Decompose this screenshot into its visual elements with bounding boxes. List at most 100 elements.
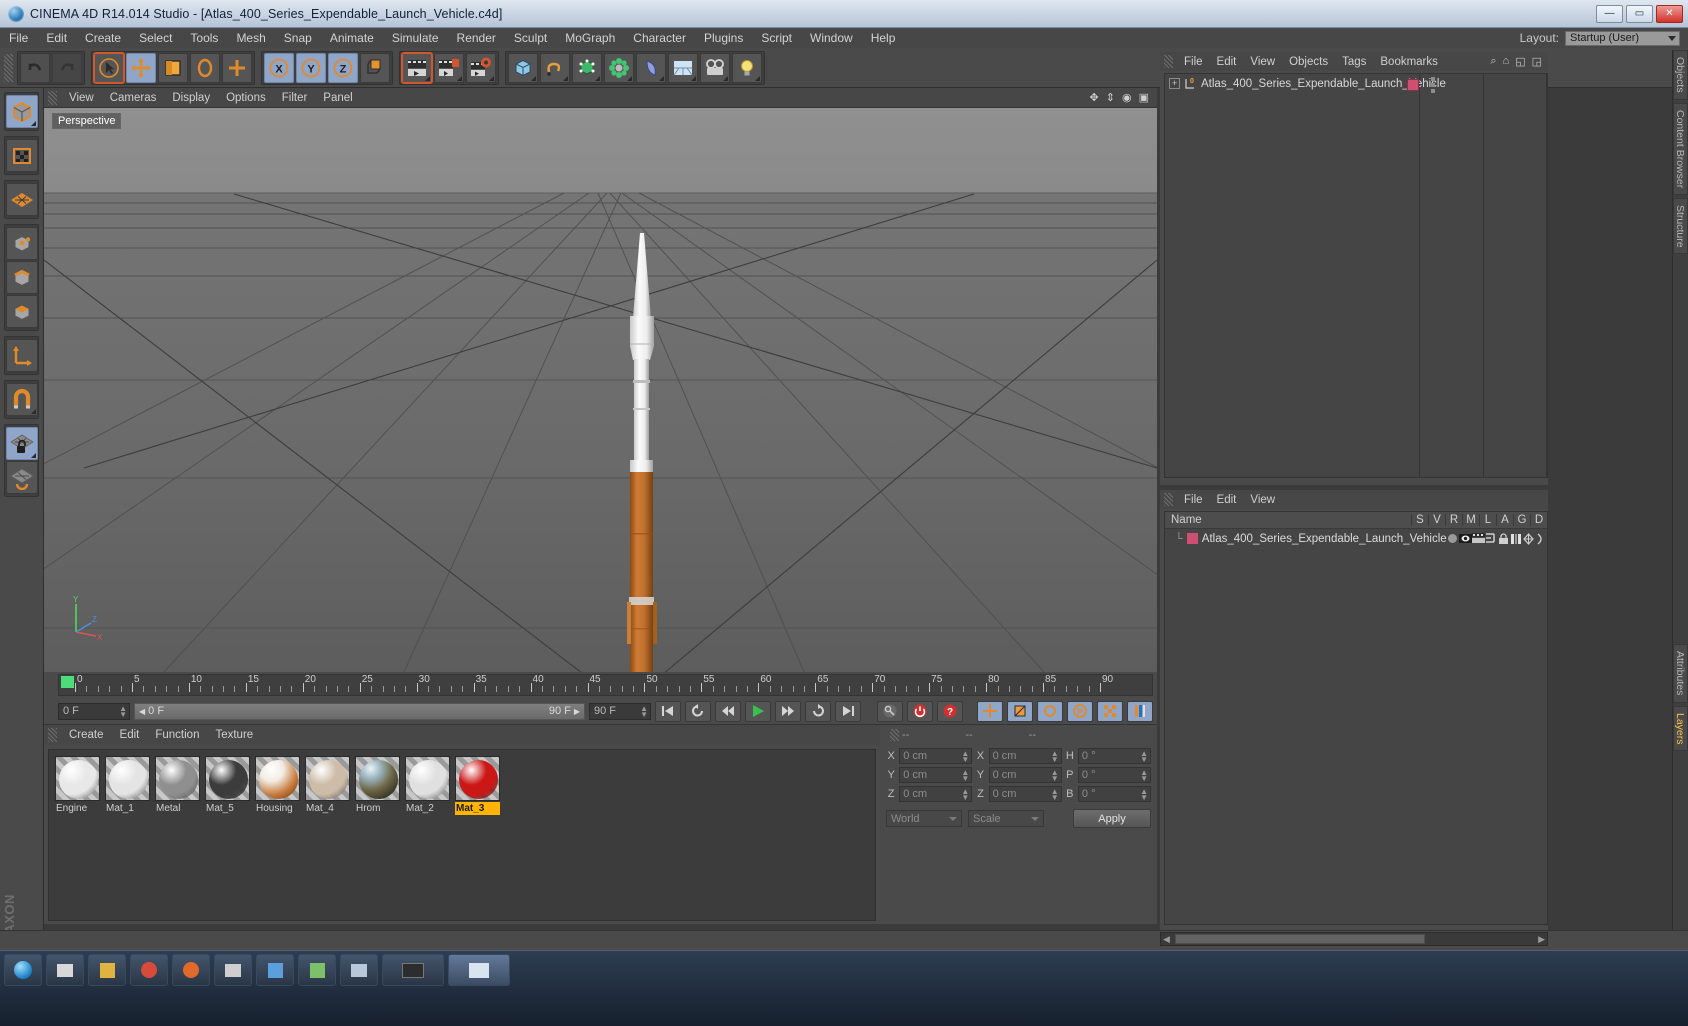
add-spline-button[interactable] bbox=[540, 52, 570, 83]
menu-simulate[interactable]: Simulate bbox=[383, 29, 448, 47]
layer-list[interactable]: Name S V R M L A G D └ Atlas_400_Series_… bbox=[1164, 511, 1548, 925]
add-light-button[interactable] bbox=[732, 52, 762, 83]
autokeying-button[interactable] bbox=[877, 700, 903, 722]
add-cube-button[interactable] bbox=[508, 52, 538, 83]
rotation-input[interactable]: 0 ° ▲ ▼ bbox=[1077, 767, 1152, 783]
material-item[interactable]: Engine bbox=[55, 756, 100, 815]
material-menu-create[interactable]: Create bbox=[61, 728, 112, 742]
render-view-button[interactable] bbox=[401, 51, 433, 84]
menu-plugins[interactable]: Plugins bbox=[695, 29, 752, 47]
rotation-input[interactable]: 0 ° ▲ ▼ bbox=[1077, 786, 1152, 802]
stepper-icon[interactable]: ▲ ▼ bbox=[961, 769, 969, 783]
model-mode-button[interactable] bbox=[6, 95, 38, 128]
layer-menu-view[interactable]: View bbox=[1243, 493, 1282, 507]
lock-x-axis-button[interactable]: X bbox=[264, 52, 294, 83]
go-to-start-button[interactable] bbox=[655, 700, 681, 722]
workplane-mode-button[interactable] bbox=[6, 461, 38, 494]
stepper-icon[interactable]: ▲ ▼ bbox=[1051, 769, 1059, 783]
material-manager-grip[interactable] bbox=[48, 728, 57, 742]
taskbar-item-7[interactable] bbox=[298, 954, 336, 986]
material-preview[interactable] bbox=[205, 756, 250, 801]
layer-color-swatch[interactable] bbox=[1186, 533, 1198, 544]
material-item[interactable]: Mat_1 bbox=[105, 756, 150, 815]
viewport-menu-view[interactable]: View bbox=[61, 91, 102, 105]
stepper-icon[interactable]: ▲ ▼ bbox=[1051, 788, 1059, 802]
menu-help[interactable]: Help bbox=[862, 29, 905, 47]
layer-animation-toggle[interactable] bbox=[1509, 533, 1521, 545]
taskbar-item-4[interactable] bbox=[172, 954, 210, 986]
material-preview[interactable] bbox=[105, 756, 150, 801]
scroll-right-arrow-icon[interactable]: ▶ bbox=[1538, 934, 1545, 945]
material-preview[interactable] bbox=[305, 756, 350, 801]
edges-mode-button[interactable] bbox=[6, 261, 38, 294]
menu-sculpt[interactable]: Sculpt bbox=[505, 29, 556, 47]
material-item[interactable]: Mat_3 bbox=[455, 756, 500, 815]
menu-character[interactable]: Character bbox=[624, 29, 695, 47]
home-icon[interactable]: ⌂ bbox=[1503, 55, 1510, 68]
lock-z-axis-button[interactable]: Z bbox=[328, 52, 358, 83]
end-frame-field[interactable]: 90 F ▲ ▼ bbox=[589, 702, 651, 720]
add-floor-button[interactable] bbox=[668, 52, 698, 83]
timeline-playhead[interactable] bbox=[61, 676, 74, 688]
go-to-end-button[interactable] bbox=[835, 700, 861, 722]
layer-manager-grip[interactable] bbox=[1164, 493, 1173, 506]
taskbar-item-cinema4d[interactable] bbox=[382, 954, 444, 986]
play-button[interactable] bbox=[745, 700, 771, 722]
menu-file[interactable]: File bbox=[0, 29, 37, 47]
menu-mesh[interactable]: Mesh bbox=[227, 29, 274, 47]
render-to-picture-viewer-button[interactable] bbox=[434, 52, 464, 83]
viewport-grip[interactable] bbox=[48, 90, 57, 105]
side-tab-objects[interactable]: Objects bbox=[1673, 50, 1688, 100]
object-menu-edit[interactable]: Edit bbox=[1210, 55, 1244, 69]
material-item[interactable]: Mat_2 bbox=[405, 756, 450, 815]
layer-deformers-toggle[interactable] bbox=[1535, 532, 1547, 545]
maximize-button[interactable]: ▭ bbox=[1626, 4, 1653, 23]
menu-create[interactable]: Create bbox=[76, 29, 130, 47]
add-bend-deformer-button[interactable] bbox=[636, 52, 666, 83]
material-item[interactable]: Mat_5 bbox=[205, 756, 250, 815]
keyframe-selection-button[interactable]: ? bbox=[937, 700, 963, 722]
scrollbar-thumb[interactable] bbox=[1175, 934, 1425, 944]
move-tool[interactable] bbox=[126, 52, 156, 83]
object-menu-file[interactable]: File bbox=[1177, 55, 1210, 69]
material-preview[interactable] bbox=[155, 756, 200, 801]
rotate-tool[interactable] bbox=[190, 52, 220, 83]
stepper-icon[interactable]: ▲ ▼ bbox=[640, 704, 648, 718]
horizontal-scrollbar[interactable]: ◀ ▶ bbox=[1160, 932, 1548, 946]
menu-edit[interactable]: Edit bbox=[37, 29, 76, 47]
object-menu-objects[interactable]: Objects bbox=[1282, 55, 1335, 69]
render-settings-button[interactable] bbox=[466, 52, 496, 83]
minimize-button[interactable]: — bbox=[1596, 4, 1623, 23]
pla-key-button[interactable] bbox=[1097, 700, 1123, 722]
timeline-ruler[interactable]: 0 5 10 15 20 25 30 35 40 45 50 55 60 65 70 75 80 85 90 bbox=[58, 674, 1153, 696]
polygons-mode-button[interactable] bbox=[6, 295, 38, 328]
size-mode-dropdown[interactable]: Scale bbox=[968, 810, 1044, 827]
object-row[interactable]: + 0 Atlas_400_Series_Expendable_Launch_V… bbox=[1165, 74, 1547, 93]
viewport-menu-panel[interactable]: Panel bbox=[315, 91, 360, 105]
undo-button[interactable] bbox=[20, 52, 50, 83]
position-input[interactable]: 0 cm ▲ ▼ bbox=[899, 748, 973, 764]
material-preview[interactable] bbox=[55, 756, 100, 801]
position-key-button[interactable] bbox=[977, 700, 1003, 722]
stepper-icon[interactable]: ▲ ▼ bbox=[1051, 750, 1059, 764]
add-nurbs-button[interactable] bbox=[572, 52, 602, 83]
material-item[interactable]: Hrom bbox=[355, 756, 400, 815]
layer-menu-file[interactable]: File bbox=[1177, 493, 1210, 507]
animation-layer-button[interactable] bbox=[1127, 700, 1153, 722]
toolbar-grip[interactable] bbox=[4, 53, 13, 82]
layer-render-toggle[interactable] bbox=[1471, 533, 1485, 544]
soft-interaction-tool[interactable] bbox=[222, 52, 252, 83]
layer-manager-toggle[interactable] bbox=[1485, 533, 1497, 544]
object-menu-view[interactable]: View bbox=[1243, 55, 1282, 69]
menu-render[interactable]: Render bbox=[448, 29, 505, 47]
material-preview[interactable] bbox=[455, 756, 500, 801]
taskbar-start-button[interactable] bbox=[4, 954, 42, 986]
taskbar-item-8[interactable] bbox=[340, 954, 378, 986]
zoom-icon[interactable]: ◉ bbox=[1122, 91, 1132, 104]
scale-key-button[interactable] bbox=[1007, 700, 1033, 722]
side-tab-structure[interactable]: Structure bbox=[1673, 197, 1688, 255]
side-tab-content-browser[interactable]: Content Browser bbox=[1673, 102, 1688, 195]
taskbar-item-6[interactable] bbox=[256, 954, 294, 986]
menu-select[interactable]: Select bbox=[130, 29, 181, 47]
pan-icon[interactable]: ✥ bbox=[1090, 91, 1099, 104]
